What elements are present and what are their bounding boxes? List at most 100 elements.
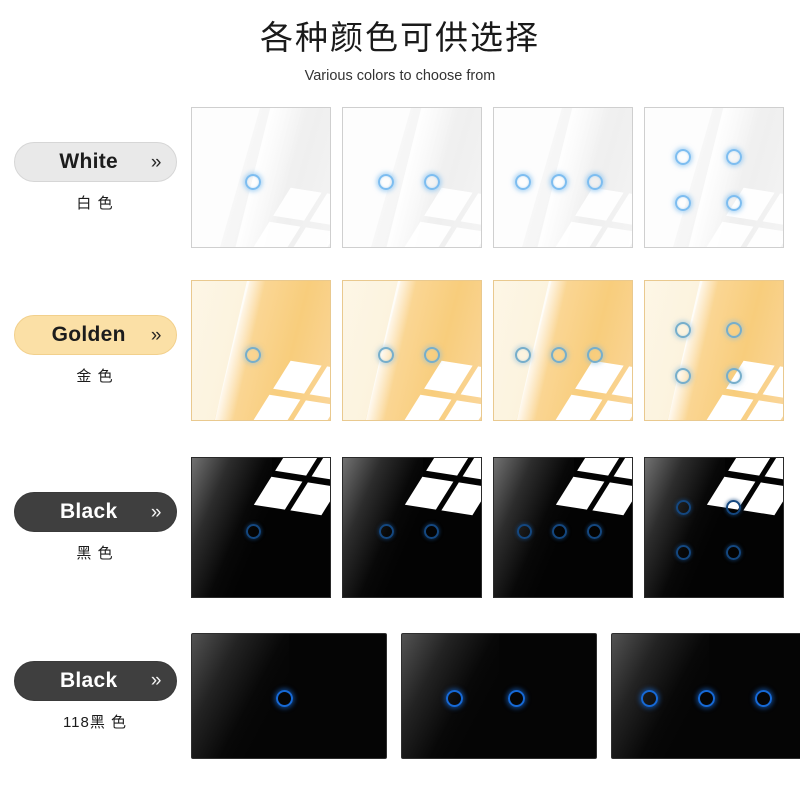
switch-panel-golden-2gang[interactable] [342, 280, 482, 421]
color-label-cell-golden: Golden » 金 色 [0, 315, 190, 386]
touch-button-ring-icon[interactable] [515, 173, 531, 190]
switch-panel-white-3gang[interactable] [493, 107, 633, 248]
touch-button-ring-icon[interactable] [516, 524, 532, 539]
touch-button-ring-icon[interactable] [675, 499, 691, 515]
switch-panel-golden-3gang[interactable] [493, 280, 633, 421]
color-label-cn-black118: 118黑 色 [62, 713, 128, 731]
switch-panel-white-1gang[interactable] [191, 107, 331, 248]
touch-button-ring-icon[interactable] [725, 367, 742, 384]
color-label-cell-black118: Black » 118黑 色 [0, 660, 190, 732]
touch-button-group-1gang [192, 636, 381, 758]
touch-button-group-3gang [494, 285, 628, 420]
touch-button-ring-icon[interactable] [245, 524, 261, 539]
touch-button-ring-icon[interactable] [245, 173, 261, 190]
double-chevron-right-icon: » [150, 501, 162, 523]
touch-button-ring-icon[interactable] [674, 148, 691, 165]
touch-button-ring-icon[interactable] [245, 346, 261, 363]
touch-button-group-4gang [645, 460, 777, 597]
color-pill-label: Black [59, 668, 118, 692]
touch-button-ring-icon[interactable] [378, 173, 394, 190]
switch-panel-black-3gang[interactable] [493, 457, 633, 598]
touch-button-ring-icon[interactable] [674, 194, 691, 211]
touch-button-group-1gang [192, 112, 322, 247]
touch-button-group-3gang [494, 112, 628, 247]
touch-button-layout [515, 173, 603, 190]
panel-strip-black118 [190, 633, 800, 759]
color-row-black: Black » 黑 色 [0, 455, 800, 600]
touch-button-ring-icon[interactable] [275, 689, 293, 707]
color-pill-label: Black [59, 500, 118, 523]
touch-button-ring-icon[interactable] [424, 346, 440, 363]
touch-button-ring-icon[interactable] [697, 689, 715, 707]
touch-button-ring-icon[interactable] [379, 524, 394, 539]
double-chevron-right-icon: » [150, 670, 162, 691]
touch-button-ring-icon[interactable] [587, 346, 603, 363]
touch-button-ring-icon[interactable] [675, 544, 691, 560]
touch-button-ring-icon[interactable] [674, 367, 691, 384]
touch-button-layout [675, 499, 741, 560]
touch-button-layout [378, 173, 440, 190]
touch-button-group-2gang [343, 112, 478, 247]
touch-button-ring-icon[interactable] [586, 524, 602, 539]
touch-button-ring-icon[interactable] [378, 346, 394, 363]
touch-button-layout [515, 346, 603, 363]
panel-strip-golden [190, 280, 800, 421]
touch-button-group-2gang [343, 462, 478, 597]
color-row-black118: Black » 118黑 色 [0, 630, 800, 762]
touch-button-ring-icon[interactable] [507, 689, 525, 707]
switch-panel-white-4gang[interactable] [644, 107, 784, 248]
touch-button-layout [379, 524, 439, 539]
touch-button-ring-icon[interactable] [725, 544, 741, 560]
touch-button-layout [245, 173, 261, 190]
switch-panel-black-1gang[interactable] [191, 457, 331, 598]
touch-button-ring-icon[interactable] [445, 689, 463, 707]
touch-button-group-4gang [645, 110, 777, 247]
touch-button-group-1gang [192, 285, 322, 420]
touch-button-layout [245, 346, 261, 363]
touch-button-ring-icon[interactable] [725, 194, 742, 211]
touch-button-layout [378, 346, 440, 363]
touch-button-layout [674, 148, 742, 211]
touch-button-ring-icon[interactable] [674, 321, 691, 338]
switch-panel-golden-1gang[interactable] [191, 280, 331, 421]
touch-button-layout [275, 689, 293, 707]
color-label-cell-black: Black » 黑 色 [0, 492, 190, 563]
touch-button-group-2gang [343, 285, 478, 420]
color-pill-black[interactable]: Black » [13, 492, 177, 532]
color-pill-label: White [59, 150, 119, 173]
touch-button-ring-icon[interactable] [424, 524, 439, 539]
touch-button-ring-icon[interactable] [587, 173, 603, 190]
touch-button-group-3gang [494, 462, 628, 597]
switch-panel-white-2gang[interactable] [342, 107, 482, 248]
panel-strip-white [190, 107, 800, 248]
color-pill-label: Golden [51, 323, 126, 346]
switch-panel-118black-3gang[interactable] [611, 633, 800, 759]
color-pill-black118[interactable]: Black » [13, 660, 177, 701]
switch-panel-golden-4gang[interactable] [644, 280, 784, 421]
page-subtitle: Various colors to choose from [304, 68, 496, 84]
touch-button-layout [674, 321, 742, 384]
color-label-cn-golden: 金 色 [76, 368, 114, 385]
touch-button-layout [445, 689, 525, 707]
touch-button-ring-icon[interactable] [725, 499, 741, 515]
touch-button-ring-icon[interactable] [725, 148, 742, 165]
touch-button-layout [516, 524, 602, 539]
touch-button-layout [245, 524, 261, 539]
touch-button-ring-icon[interactable] [640, 689, 658, 707]
touch-button-ring-icon[interactable] [551, 346, 567, 363]
touch-button-ring-icon[interactable] [551, 173, 567, 190]
touch-button-ring-icon[interactable] [424, 173, 440, 190]
touch-button-group-4gang [645, 283, 777, 420]
color-row-golden: Golden » 金 色 [0, 278, 800, 423]
switch-panel-118black-2gang[interactable] [401, 633, 597, 759]
page-header: 各种颜色可供选择 Various colors to choose from [0, 0, 800, 86]
color-pill-golden[interactable]: Golden » [13, 315, 177, 355]
touch-button-ring-icon[interactable] [515, 346, 531, 363]
switch-panel-black-2gang[interactable] [342, 457, 482, 598]
touch-button-ring-icon[interactable] [725, 321, 742, 338]
touch-button-ring-icon[interactable] [551, 524, 567, 539]
switch-panel-black-4gang[interactable] [644, 457, 784, 598]
color-pill-white[interactable]: White » [13, 142, 177, 182]
switch-panel-118black-1gang[interactable] [191, 633, 387, 759]
touch-button-ring-icon[interactable] [754, 689, 772, 707]
